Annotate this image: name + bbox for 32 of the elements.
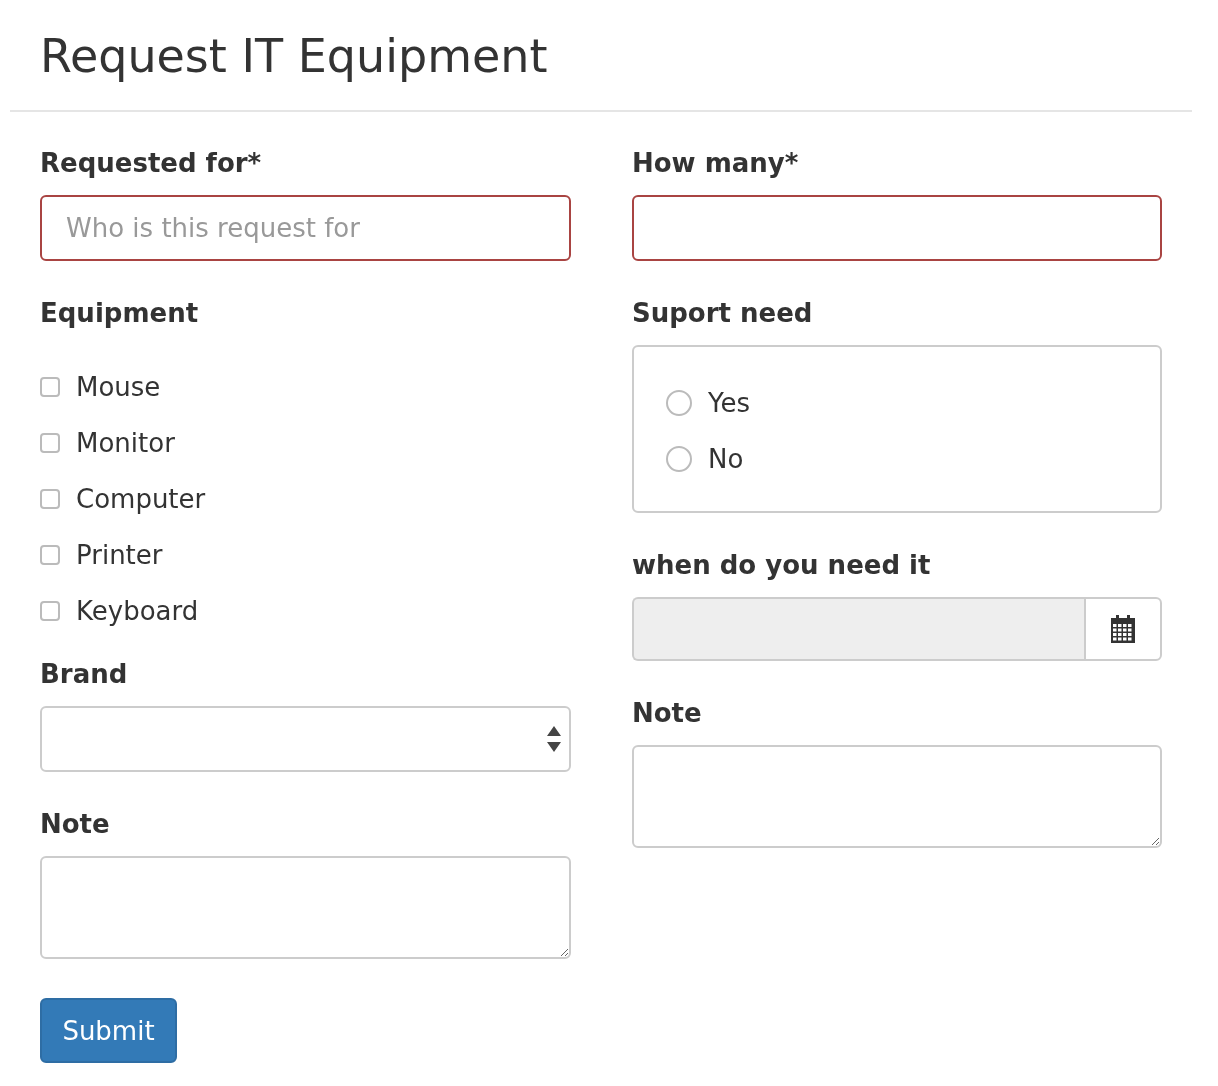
field-label: Brand [40, 659, 128, 689]
checkbox-label: Computer [76, 484, 206, 514]
field-label: when do you need it [632, 550, 931, 580]
checkbox-label: Keyboard [76, 596, 199, 626]
note-text-area[interactable] [40, 856, 571, 959]
checkbox[interactable] [40, 489, 60, 509]
text-input-field[interactable]: Who is this request for [40, 195, 571, 261]
radio-label: Yes [708, 388, 750, 418]
checkbox-label: Mouse [76, 372, 161, 402]
checkbox[interactable] [40, 433, 60, 453]
note-text-area[interactable] [632, 745, 1162, 848]
field-label: Note [40, 809, 110, 839]
radio-button[interactable] [666, 446, 692, 472]
select-field[interactable] [40, 706, 571, 772]
field-label: Requested for* [40, 148, 262, 178]
field-label: Equipment [40, 298, 199, 328]
checkbox-label: Monitor [76, 428, 175, 458]
radio-label: No [708, 444, 744, 474]
calendar-button[interactable] [1084, 597, 1162, 661]
calendar-icon [1110, 615, 1136, 643]
field-label: How many* [632, 148, 799, 178]
field-label: Suport need [632, 298, 813, 328]
text-input-field[interactable] [632, 195, 1162, 261]
radio-button[interactable] [666, 390, 692, 416]
submit-button[interactable]: Submit [40, 998, 177, 1063]
checkbox[interactable] [40, 545, 60, 565]
up-down-arrows-icon [547, 726, 561, 752]
checkbox-label: Printer [76, 540, 163, 570]
field-label: Note [632, 698, 702, 728]
checkbox[interactable] [40, 377, 60, 397]
page-title: Request IT Equipment [10, 0, 1192, 112]
checkbox[interactable] [40, 601, 60, 621]
